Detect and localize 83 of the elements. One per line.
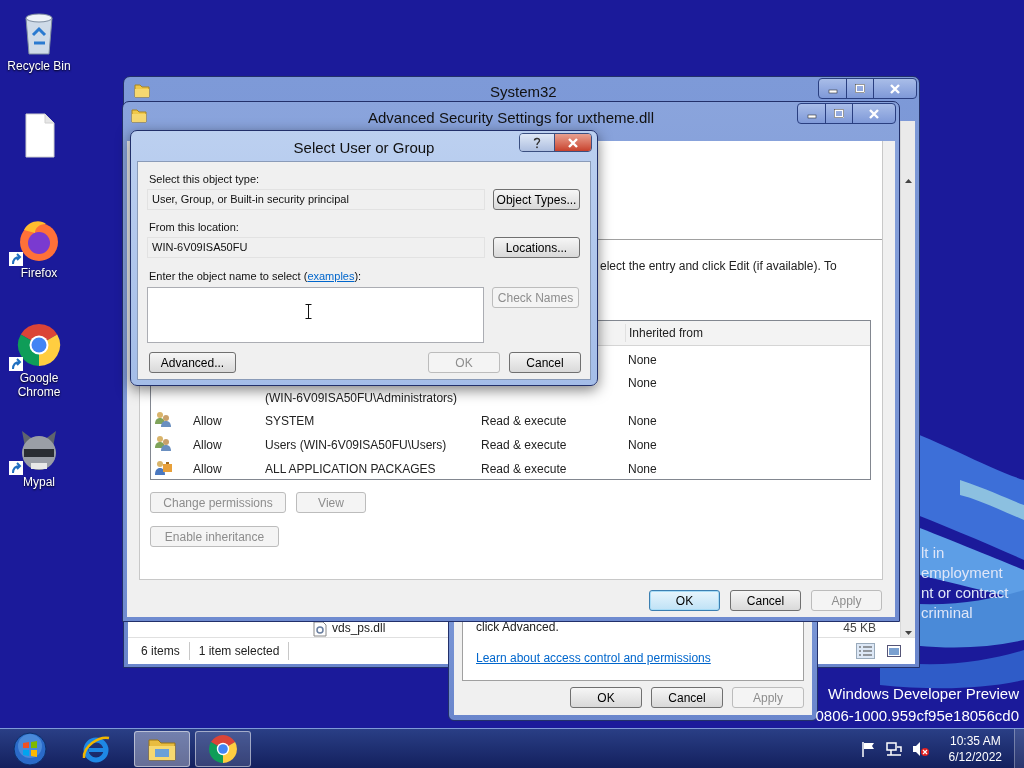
table-cell: SYSTEM	[265, 414, 315, 428]
table-cell: None	[628, 438, 657, 452]
dialog-title: Select User or Group	[293, 138, 435, 158]
text-cursor-icon	[305, 304, 312, 319]
field-label: Enter the object name to select (examples):	[149, 270, 363, 283]
start-orb-icon	[13, 731, 47, 766]
maximize-icon	[834, 108, 844, 119]
table-cell: Users (WIN-6V09ISA50FU\Users)	[265, 438, 447, 452]
user-group-icon	[154, 410, 172, 428]
user-group-icon	[154, 434, 172, 452]
taskbar-button[interactable]	[134, 730, 190, 767]
user-package-icon	[154, 458, 172, 476]
table-cell: None	[628, 376, 657, 390]
table-cell: None	[628, 414, 657, 428]
browser-icon	[208, 733, 238, 764]
start-button[interactable]	[10, 730, 50, 767]
table-cell: Read & execute	[481, 438, 567, 452]
dialog-button[interactable]: Cancel	[651, 687, 723, 708]
show-desktop-button[interactable]	[1014, 729, 1024, 768]
clock[interactable]: 10:35 AM 6/12/2022	[948, 732, 1002, 765]
folder-icon	[134, 82, 150, 98]
background-text: nt or contract	[921, 583, 1009, 603]
dialog-button[interactable]: Cancel	[509, 352, 581, 373]
examples-link[interactable]: examples	[307, 270, 355, 282]
name-input-field[interactable]	[147, 287, 484, 343]
desktop-shortcut[interactable]: Mypal	[2, 425, 76, 489]
close-icon	[869, 108, 879, 119]
table-cell: ALL APPLICATION PACKAGES	[265, 462, 436, 476]
desktop-shortcut[interactable]: Firefox	[2, 216, 76, 280]
folder-icon	[131, 107, 147, 123]
table-cell: Read & execute	[481, 462, 567, 476]
help-button[interactable]	[520, 134, 555, 151]
instruction-text: elect the entry and click Edit (if available). To	[600, 259, 837, 273]
network-icon[interactable]	[885, 740, 902, 757]
maximize-icon	[855, 83, 865, 94]
dialog-button[interactable]: Locations...	[493, 237, 580, 258]
desktop-shortcut[interactable]: Recycle Bin	[2, 9, 76, 73]
dialog-button[interactable]: Advanced...	[149, 352, 236, 373]
background-text: lt in	[921, 543, 946, 563]
browser-icon	[81, 733, 111, 764]
table-cell: Read & execute	[481, 414, 567, 428]
taskbar-button[interactable]	[195, 730, 251, 767]
table-cell: Allow	[193, 462, 222, 476]
body-text: click Advanced.	[476, 619, 560, 636]
background-text: criminal	[921, 603, 974, 623]
scroll-down-icon	[904, 631, 912, 635]
clock-time: 10:35 AM	[949, 732, 1001, 749]
help-link[interactable]: Learn about access control and permissions	[476, 649, 711, 667]
dialog-button[interactable]: OK	[649, 590, 720, 611]
background-text: employment	[921, 563, 1004, 583]
table-cell: None	[628, 462, 657, 476]
field-label: From this location:	[149, 221, 240, 234]
table-cell: Allow	[193, 438, 222, 452]
flag-icon[interactable]	[859, 740, 876, 757]
scrollbar[interactable]	[900, 121, 915, 637]
table-cell: Allow	[193, 414, 222, 428]
table-cell: (WIN-6V09ISA50FU\Administrators)	[265, 391, 458, 405]
clock-date: 6/12/2022	[948, 748, 1002, 765]
browser-icon	[15, 321, 63, 369]
column-header: Inherited from	[625, 324, 870, 342]
dialog-button[interactable]: Object Types...	[493, 189, 580, 210]
desktop-shortcut[interactable]: Google Chrome	[2, 321, 76, 399]
volume-icon[interactable]	[911, 740, 929, 757]
file-size: 45 KB	[843, 620, 876, 637]
status-text: 1 item selected	[189, 642, 290, 660]
dialog-button[interactable]: Cancel	[730, 590, 801, 611]
read-only-field: User, Group, or Built-in security principal	[147, 189, 485, 210]
status-text: 6 items	[128, 642, 190, 660]
watermark-text: Windows Developer Preview	[828, 684, 1019, 704]
scroll-up-icon	[904, 179, 912, 183]
help-icon	[533, 136, 541, 149]
dialog-button[interactable]: OK	[570, 687, 642, 708]
watermark-text: 0806-1000.959cf95e18056cd0	[815, 706, 1019, 726]
field-label: Select this object type:	[149, 173, 261, 186]
table-cell: None	[628, 353, 657, 367]
close-icon	[568, 137, 578, 148]
close-button[interactable]	[555, 134, 591, 151]
preview-icon[interactable]	[887, 645, 901, 657]
window-title: System32	[490, 82, 557, 102]
window-title: Advanced Security Settings for uxtheme.dll	[368, 108, 654, 128]
close-icon	[890, 83, 900, 94]
read-only-field: WIN-6V09ISA50FU	[147, 237, 485, 258]
file-name: vds_ps.dll	[332, 620, 386, 637]
